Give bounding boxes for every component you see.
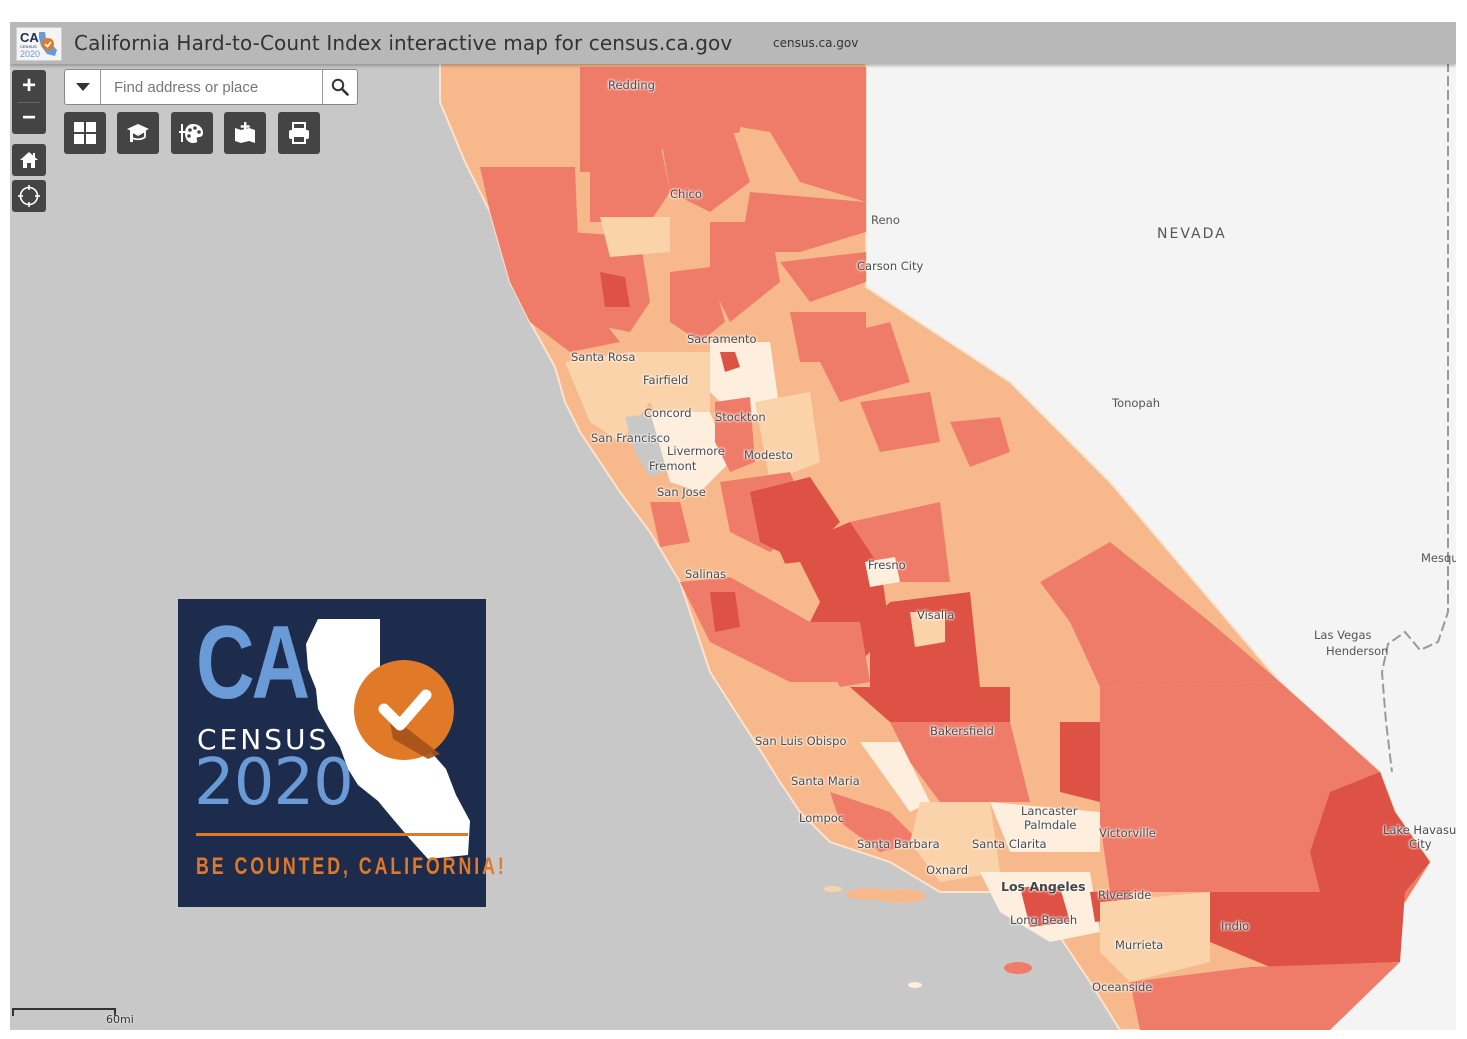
search-source-dropdown[interactable] <box>65 70 101 104</box>
city-label: Las Vegas <box>1314 628 1372 642</box>
city-label: Fremont <box>649 459 697 473</box>
city-label: Lancaster <box>1021 804 1078 818</box>
city-label: Bakersfield <box>930 724 994 738</box>
region-kern-east <box>1060 722 1100 802</box>
city-label: Carson City <box>857 259 924 273</box>
city-label: City <box>1409 837 1432 851</box>
home-icon <box>20 152 38 168</box>
title-bar: CA CENSUS 2020 California Hard-to-Count … <box>10 22 1456 64</box>
search-widget <box>64 69 358 105</box>
map-plus-icon <box>235 122 255 143</box>
zoom-in-button[interactable]: + <box>12 70 46 102</box>
city-label: Fresno <box>868 558 906 572</box>
city-label: San Jose <box>657 485 706 499</box>
logo-year-text: 2020 <box>194 746 354 820</box>
city-label: Santa Rosa <box>571 350 636 364</box>
palette-icon <box>179 124 203 143</box>
city-label: Mesqu <box>1421 551 1456 565</box>
zoom-out-button[interactable]: − <box>12 102 46 134</box>
city-label: Reno <box>871 213 900 227</box>
logo-divider <box>196 833 468 836</box>
printer-icon <box>289 122 309 144</box>
graduation-cap-icon <box>127 124 149 142</box>
map-frame: NEVADA Redding Chico Reno Carson City Sa… <box>10 22 1456 1030</box>
city-label: Chico <box>670 187 702 201</box>
city-label: Oceanside <box>1092 980 1153 994</box>
basemap-gallery-button[interactable] <box>64 112 106 154</box>
city-label: Los Angeles <box>1001 879 1086 894</box>
layer-style-button[interactable] <box>171 112 213 154</box>
city-label: Indio <box>1221 919 1250 933</box>
logo-ca-text: CA <box>196 605 310 721</box>
region-salinas-dark <box>710 592 740 632</box>
city-label: Oxnard <box>926 863 969 877</box>
site-link[interactable]: census.ca.gov <box>773 36 858 50</box>
city-label: Fairfield <box>643 373 689 387</box>
scale-bar-label: 60mi <box>106 1013 134 1026</box>
channel-island <box>874 889 926 903</box>
region-glenn <box>600 217 670 257</box>
search-button[interactable] <box>322 70 357 104</box>
city-label: Santa Barbara <box>857 837 940 851</box>
city-label: Santa Maria <box>791 774 860 788</box>
channel-island <box>908 982 922 988</box>
legend-button[interactable] <box>117 112 159 154</box>
city-label: Tonopah <box>1112 396 1161 410</box>
city-label: Victorville <box>1099 826 1156 840</box>
channel-island <box>824 886 842 892</box>
locate-crosshair-icon <box>18 185 40 207</box>
city-label: Murrieta <box>1115 938 1164 952</box>
city-label: Modesto <box>744 448 793 462</box>
magnifier-icon <box>331 78 349 96</box>
city-label: Salinas <box>685 567 727 581</box>
city-label: Visalia <box>917 608 955 622</box>
city-label: Long Beach <box>1010 913 1078 927</box>
city-label: Henderson <box>1326 644 1389 658</box>
svg-text:2020: 2020 <box>20 49 40 59</box>
city-label: Stockton <box>715 410 766 424</box>
city-label: Redding <box>608 78 655 92</box>
region-tehama <box>590 142 670 222</box>
city-label: Palmdale <box>1024 818 1077 832</box>
logo-tagline: BE COUNTED, CALIFORNIA! <box>196 853 507 880</box>
channel-island <box>1004 962 1032 974</box>
add-data-button[interactable] <box>224 112 266 154</box>
locate-button[interactable] <box>12 180 46 212</box>
scale-bar <box>12 1008 116 1016</box>
state-label-nevada: NEVADA <box>1157 226 1227 242</box>
caret-down-icon <box>75 83 90 91</box>
search-input[interactable] <box>101 70 322 104</box>
ca-census-2020-logo: CA CENSUS 2020 BE COUNTED, CALIFORNIA! <box>178 599 504 907</box>
city-label: Sacramento <box>687 332 757 346</box>
city-label: Riverside <box>1098 888 1152 902</box>
grid-icon <box>74 122 96 144</box>
city-label: Lake Havasu <box>1383 823 1456 837</box>
city-label: Lompoc <box>799 811 845 825</box>
home-button[interactable] <box>12 144 46 176</box>
zoom-controls: + − <box>12 70 46 134</box>
svg-text:CA: CA <box>20 30 39 45</box>
city-label: San Luis Obispo <box>755 734 847 748</box>
city-label: Santa Clarita <box>972 837 1047 851</box>
city-label: Livermore <box>667 444 725 458</box>
app-title: California Hard-to-Count Index interacti… <box>74 31 733 55</box>
city-label: San Francisco <box>591 431 671 445</box>
print-button[interactable] <box>278 112 320 154</box>
ca-census-logo-icon: CA CENSUS 2020 <box>16 27 62 61</box>
city-label: Concord <box>644 406 692 420</box>
